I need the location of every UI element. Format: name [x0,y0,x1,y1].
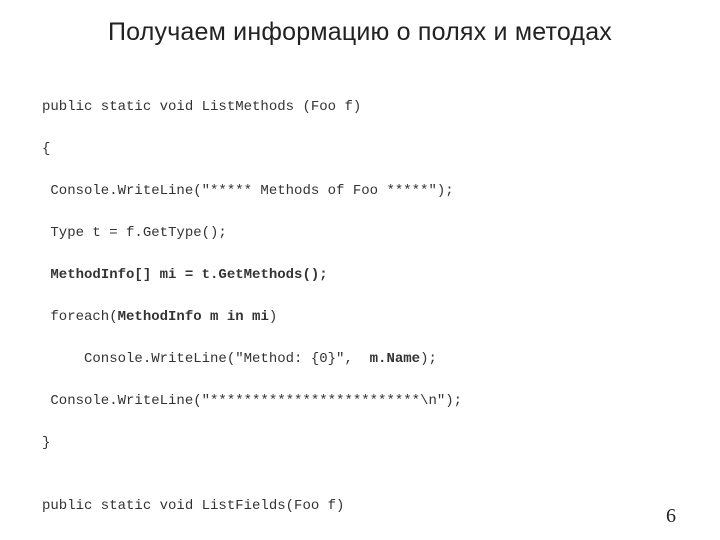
code-line: { [42,139,462,160]
code-line: foreach(MethodInfo m in mi) [42,307,462,328]
slide: Получаем информацию о полях и методах pu… [0,0,720,540]
code-line: public static void ListFields(Foo f) [42,496,462,517]
slide-title: Получаем информацию о полях и методах [0,18,720,47]
code-text: ); [420,351,437,367]
code-text: Console.WriteLine("Method: {0}", [42,351,370,367]
code-text: ) [269,309,277,325]
code-line: Console.WriteLine("***** Methods of Foo … [42,181,462,202]
page-number: 6 [666,505,676,528]
code-block: public static void ListMethods (Foo f) {… [42,76,462,540]
code-text: foreach( [42,309,118,325]
code-line: Type t = f.GetType(); [42,223,462,244]
code-bold: m.Name [370,351,420,367]
code-line: Console.WriteLine("*********************… [42,391,462,412]
code-line: public static void ListMethods (Foo f) [42,97,462,118]
code-line: MethodInfo[] mi = t.GetMethods(); [42,265,462,286]
code-bold: MethodInfo[] mi = t.GetMethods(); [50,267,327,283]
code-line: Console.WriteLine("Method: {0}", m.Name)… [42,349,462,370]
code-bold: MethodInfo m in mi [118,309,269,325]
code-line: } [42,433,462,454]
